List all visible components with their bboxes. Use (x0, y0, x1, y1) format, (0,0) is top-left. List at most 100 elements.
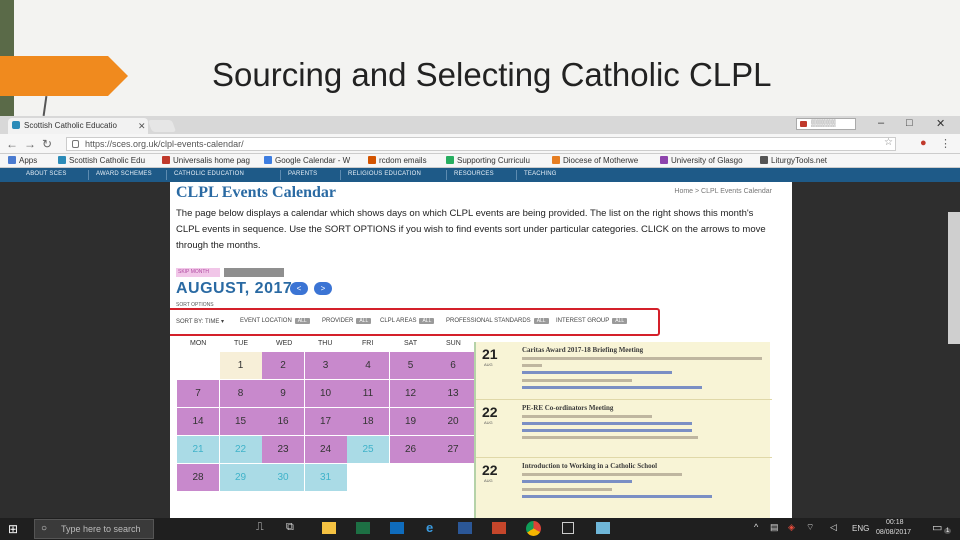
address-bar-row: ← → ↻ https://sces.org.uk/clpl-events-ca… (0, 134, 960, 154)
clock-date[interactable]: 08/08/2017 (876, 529, 911, 536)
chrome-icon[interactable] (526, 521, 541, 536)
edge-icon[interactable]: e (426, 520, 433, 535)
calendar-day[interactable]: 12 (389, 380, 432, 407)
browser-tab[interactable]: Scottish Catholic Educatio ✕ (8, 118, 148, 134)
calendar-day[interactable]: 17 (304, 408, 347, 435)
notifications-icon[interactable]: ▭ (932, 521, 942, 534)
nav-catholic-education[interactable]: CATHOLIC EDUCATION (174, 171, 244, 177)
calendar-day[interactable]: 8 (219, 380, 262, 407)
calendar-day[interactable]: 19 (389, 408, 432, 435)
nav-teaching[interactable]: TEACHING (524, 171, 557, 177)
calendar-day[interactable]: 20 (432, 408, 474, 435)
back-icon[interactable]: ← (6, 137, 18, 151)
calendar-day[interactable]: 9 (262, 380, 304, 407)
event-day: 21 (482, 346, 498, 362)
scrollbar-thumb[interactable] (948, 212, 960, 344)
event-item[interactable]: 21 AUG Caritas Award 2017-18 Briefing Me… (476, 342, 772, 400)
bookmark-star-icon[interactable]: ☆ (884, 137, 893, 148)
profile-button[interactable]: ▒▒▒▒▒ (796, 118, 856, 130)
volume-icon[interactable]: ◁ (830, 522, 837, 533)
clock-time[interactable]: 00:18 (886, 519, 904, 526)
calendar-day[interactable]: 24 (304, 436, 347, 463)
bookmark-item[interactable]: Diocese of Motherwe (552, 156, 638, 165)
minimize-icon[interactable]: – (878, 117, 884, 129)
new-tab-button[interactable] (147, 120, 177, 132)
calendar-day[interactable]: 16 (262, 408, 304, 435)
nav-award-schemes[interactable]: AWARD SCHEMES (96, 171, 152, 177)
url-input[interactable]: https://sces.org.uk/clpl-events-calendar… (66, 137, 896, 151)
calendar-day[interactable]: 5 (389, 352, 432, 379)
tray-up-icon[interactable]: ^ (754, 522, 758, 532)
prev-month-button[interactable]: < (290, 282, 308, 295)
bookmark-item[interactable]: Scottish Catholic Edu (58, 156, 145, 165)
skip-month-select[interactable] (224, 268, 284, 277)
outlook-icon[interactable] (390, 522, 404, 534)
file-explorer-icon[interactable] (322, 522, 336, 534)
search-box[interactable]: ○ Type here to search (34, 519, 154, 539)
language-indicator[interactable]: ENG (852, 524, 869, 533)
calendar-day[interactable]: 15 (219, 408, 262, 435)
network-icon[interactable]: ▤ (770, 522, 779, 533)
calendar-day[interactable]: 2 (262, 352, 304, 379)
calendar-day[interactable]: 6 (432, 352, 474, 379)
bookmark-item[interactable]: rcdom emails (368, 156, 427, 165)
event-item[interactable]: 22 AUG PE-RE Co-ordinators Meeting (476, 400, 772, 458)
next-month-button[interactable]: > (314, 282, 332, 295)
restore-icon[interactable]: □ (906, 117, 913, 129)
calendar-day[interactable]: 27 (432, 436, 474, 463)
calendar-day[interactable]: 31 (304, 464, 347, 491)
close-tab-icon[interactable]: ✕ (138, 121, 146, 132)
nav-about[interactable]: ABOUT SCES (26, 171, 67, 177)
bookmark-item[interactable]: Google Calendar - W (264, 156, 350, 165)
sort-options-highlight (170, 308, 660, 336)
bookmark-item[interactable]: LiturgyTools.net (760, 156, 827, 165)
reload-icon[interactable]: ↻ (42, 137, 52, 151)
bookmark-apps[interactable]: Apps (8, 156, 37, 165)
calendar-day[interactable]: 22 (219, 436, 262, 463)
calculator-icon[interactable] (562, 522, 574, 534)
calendar-day[interactable]: 23 (262, 436, 304, 463)
nav-resources[interactable]: RESOURCES (454, 171, 494, 177)
calendar-day[interactable]: 28 (177, 464, 219, 491)
wifi-icon[interactable]: ⌔ (806, 522, 814, 533)
calendar-day[interactable]: 10 (304, 380, 347, 407)
menu-icon[interactable]: ⋮ (940, 137, 951, 150)
calendar-day[interactable]: 29 (219, 464, 262, 491)
calendar-day[interactable]: 13 (432, 380, 474, 407)
bookmark-item[interactable]: Universalis home pag (162, 156, 250, 165)
event-title[interactable]: Introduction to Working in a Catholic Sc… (522, 462, 657, 470)
task-view-icon[interactable]: ⧉ (286, 521, 294, 534)
calendar-day[interactable]: 26 (389, 436, 432, 463)
calendar-day[interactable]: 18 (347, 408, 389, 435)
calendar-day[interactable]: 14 (177, 408, 219, 435)
powerpoint-icon[interactable] (492, 522, 506, 534)
excel-icon[interactable] (356, 522, 370, 534)
bookmark-item[interactable]: Supporting Curriculu (446, 156, 530, 165)
event-title[interactable]: PE-RE Co-ordinators Meeting (522, 404, 613, 412)
weekday-label: SUN (446, 340, 461, 347)
word-icon[interactable] (458, 522, 472, 534)
calendar-day[interactable]: 30 (262, 464, 304, 491)
forward-icon[interactable]: → (24, 137, 36, 151)
extension-icon[interactable]: ● (920, 137, 927, 149)
security-icon[interactable]: ◈ (788, 522, 795, 533)
nav-religious-education[interactable]: RELIGIOUS EDUCATION (348, 171, 421, 177)
windows-start-icon[interactable]: ⊞ (8, 522, 18, 536)
close-window-icon[interactable]: ✕ (936, 117, 945, 130)
calendar-day[interactable]: 25 (347, 436, 389, 463)
calendar-day[interactable]: 4 (347, 352, 389, 379)
favicon-icon (162, 156, 170, 164)
calendar-day[interactable]: 7 (177, 380, 219, 407)
breadcrumb[interactable]: Home > CLPL Events Calendar (674, 188, 772, 195)
skip-month-button[interactable]: SKIP MONTH (176, 268, 220, 277)
bookmark-item[interactable]: University of Glasgo (660, 156, 743, 165)
calendar-day[interactable]: 21 (177, 436, 219, 463)
calendar-day[interactable]: 3 (304, 352, 347, 379)
mic-icon[interactable]: ⎍ (256, 521, 264, 534)
event-title[interactable]: Caritas Award 2017-18 Briefing Meeting (522, 346, 643, 354)
nav-parents[interactable]: PARENTS (288, 171, 317, 177)
calendar-day[interactable]: 11 (347, 380, 389, 407)
event-item[interactable]: 22 AUG Introduction to Working in a Cath… (476, 458, 772, 516)
app-icon[interactable] (596, 522, 610, 534)
calendar-day[interactable]: 1 (219, 352, 262, 379)
